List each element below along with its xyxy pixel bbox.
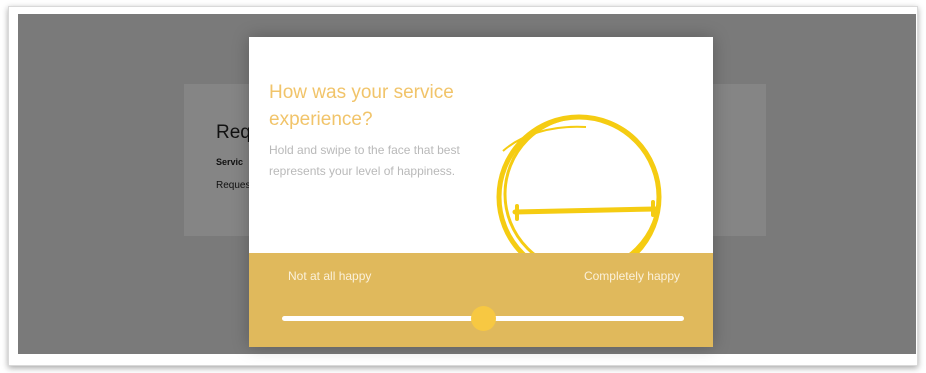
service-feedback-modal: How was your service experience? Hold an… bbox=[249, 37, 713, 347]
happiness-slider-track[interactable] bbox=[282, 306, 684, 331]
background-request-label: Reques bbox=[216, 180, 251, 191]
slider-min-label: Not at all happy bbox=[288, 269, 372, 283]
happiness-slider-panel: Not at all happy Completely happy bbox=[249, 253, 713, 347]
modal-title: How was your service experience? bbox=[269, 82, 454, 130]
slider-max-label: Completely happy bbox=[583, 269, 680, 283]
happiness-slider-thumb[interactable] bbox=[471, 306, 496, 331]
neutral-face-icon bbox=[496, 114, 662, 275]
modal-instructions: Hold and swipe to the face that best rep… bbox=[269, 143, 460, 178]
background-service-label: Servic bbox=[216, 157, 244, 167]
background-page-title: Req bbox=[216, 122, 251, 143]
